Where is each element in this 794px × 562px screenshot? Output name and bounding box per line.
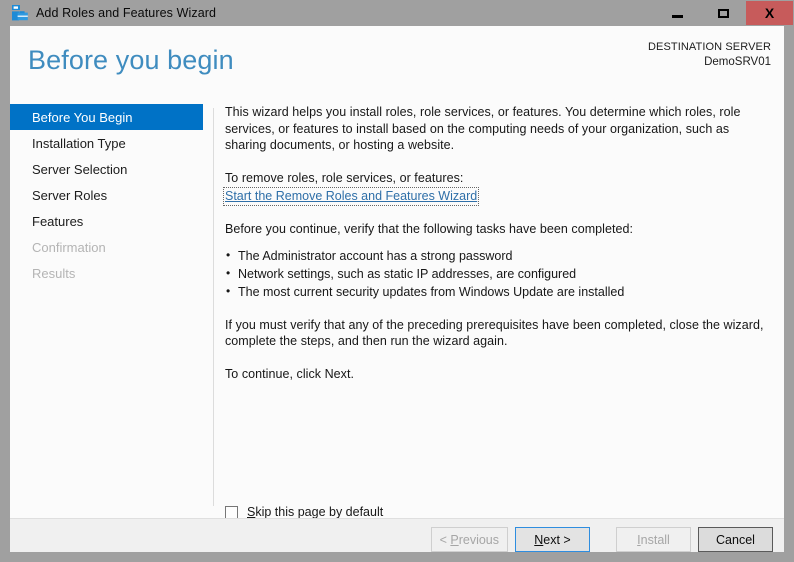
sidebar-item-installation-type[interactable]: Installation Type <box>10 130 203 156</box>
page-title: Before you begin <box>28 45 234 75</box>
close-button[interactable]: X <box>746 1 793 25</box>
verify-note-paragraph: If you must verify that any of the prece… <box>225 317 764 349</box>
destination-server-label: DESTINATION SERVER <box>647 41 771 53</box>
intro-paragraph: This wizard helps you install roles, rol… <box>225 105 741 152</box>
list-item: Network settings, such as static IP addr… <box>225 264 773 283</box>
wizard-header: Before you begin DESTINATION SERVER Demo… <box>10 26 784 96</box>
skip-page-row[interactable]: Skip this page by default <box>225 505 383 519</box>
window-controls: X <box>654 1 793 25</box>
list-item: The Administrator account has a strong p… <box>225 246 773 265</box>
maximize-icon <box>717 8 729 18</box>
prerequisite-task-list: The Administrator account has a strong p… <box>225 246 773 301</box>
remove-prompt-text: To remove roles, role services, or featu… <box>225 170 464 185</box>
start-remove-wizard-link[interactable]: Start the Remove Roles and Features Wiza… <box>222 187 480 206</box>
minimize-button[interactable] <box>654 1 700 25</box>
previous-accel-char: P <box>450 532 459 547</box>
maximize-button[interactable] <box>700 1 746 25</box>
server-wizard-icon <box>12 5 28 21</box>
window-title: Add Roles and Features Wizard <box>36 6 217 20</box>
destination-server-value: DemoSRV01 <box>704 56 771 68</box>
minimize-icon <box>671 14 683 18</box>
next-button[interactable]: Next > <box>515 527 590 552</box>
tasks-heading: Before you continue, verify that the fol… <box>225 222 634 236</box>
wizard-client-area: Before you begin DESTINATION SERVER Demo… <box>10 26 784 552</box>
wizard-steps-nav: Before You Begin Installation Type Serve… <box>10 104 203 286</box>
install-button: Install <box>616 527 691 552</box>
close-icon: X <box>764 5 775 21</box>
destination-server-block: DESTINATION SERVER DemoSRV01 <box>648 40 771 70</box>
sidebar-item-results: Results <box>32 265 76 281</box>
skip-this-page-checkbox[interactable] <box>225 505 238 519</box>
continue-note-paragraph: To continue, click Next. <box>225 366 355 381</box>
sidebar-item-before-you-begin[interactable]: Before You Begin <box>10 104 203 130</box>
sidebar-item-server-selection[interactable]: Server Selection <box>10 156 203 182</box>
previous-button: < Previous <box>430 527 508 552</box>
title-bar: Add Roles and Features Wizard X <box>0 0 794 26</box>
skip-label-rest: kip this page by default <box>255 505 384 519</box>
footer-button-row: < Previous Next > Install Cancel <box>430 527 773 552</box>
list-item: The most current security updates from W… <box>225 282 773 301</box>
skip-this-page-label: Skip this page by default <box>247 505 383 519</box>
cancel-button[interactable]: Cancel <box>698 527 773 552</box>
sidebar-item-confirmation: Confirmation <box>32 239 106 255</box>
nav-content-divider <box>213 108 214 506</box>
wizard-footer: < Previous Next > Install Cancel <box>10 518 784 552</box>
next-accel-char: N <box>534 532 544 547</box>
sidebar-item-features[interactable]: Features <box>10 208 203 234</box>
wizard-window: Add Roles and Features Wizard X Before y… <box>0 0 794 562</box>
sidebar-item-server-roles[interactable]: Server Roles <box>10 182 203 208</box>
wizard-content: This wizard helps you install roles, rol… <box>222 104 773 382</box>
